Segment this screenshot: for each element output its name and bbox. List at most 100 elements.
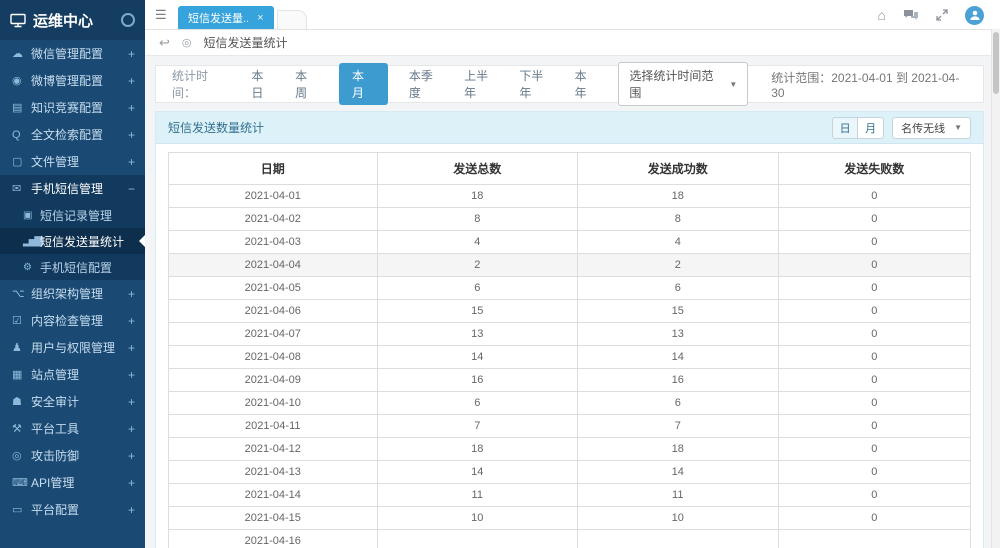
table-cell: 0 <box>778 507 970 530</box>
sidebar-item-label: API管理 <box>31 474 128 491</box>
table-cell: 14 <box>578 346 779 369</box>
table-row[interactable]: 2021-04-0615150 <box>169 300 971 323</box>
sidebar-item-wechat[interactable]: ☁微信管理配置+ <box>0 40 145 67</box>
search-icon: Q <box>12 129 31 141</box>
sidebar-item-attack-defense[interactable]: ◎攻击防御+ <box>0 442 145 469</box>
date-range-dropdown-button[interactable]: 选择统计时间范围 ▼ <box>618 62 748 106</box>
filter-option[interactable]: 本年 <box>575 67 598 101</box>
table-cell: 2021-04-13 <box>169 461 378 484</box>
comments-icon[interactable] <box>903 9 919 21</box>
sidebar-item-platform-config[interactable]: ▭平台配置+ <box>0 496 145 523</box>
filter-option[interactable]: 本月 <box>339 63 388 105</box>
sidebar-item-fulltext-search[interactable]: Q全文检索配置+ <box>0 121 145 148</box>
sidebar-item-label: 手机短信管理 <box>31 180 128 197</box>
sidebar-item-users-permissions[interactable]: ♟用户与权限管理+ <box>0 334 145 361</box>
expand-plus-icon: + <box>128 368 135 382</box>
panel-body: 日期发送总数发送成功数发送失败数 2021-04-01181802021-04-… <box>156 144 983 548</box>
table-cell: 2021-04-06 <box>169 300 378 323</box>
table-cell: 18 <box>578 438 779 461</box>
target-icon: ◎ <box>12 449 31 462</box>
table-cell: 0 <box>778 392 970 415</box>
gear-icon: ⚙ <box>23 262 40 273</box>
table-cell <box>377 530 578 548</box>
table-row[interactable]: 2021-04-0118180 <box>169 185 971 208</box>
table-cell: 0 <box>778 254 970 277</box>
table-row[interactable]: 2021-04-1411110 <box>169 484 971 507</box>
sidebar-item-quiz[interactable]: ▤知识竞赛配置+ <box>0 94 145 121</box>
table-cell: 10 <box>377 507 578 530</box>
topbar-icons: ⌂ <box>878 0 984 30</box>
sidebar-collapse-toggle-icon[interactable] <box>121 13 135 27</box>
filter-option[interactable]: 下半年 <box>519 67 553 101</box>
table-cell: 18 <box>377 185 578 208</box>
bar-chart-icon: ▂▅▇ <box>23 236 40 247</box>
home-icon[interactable]: ⌂ <box>878 8 886 22</box>
table-cell: 2021-04-10 <box>169 392 378 415</box>
filter-option[interactable]: 本日 <box>251 67 274 101</box>
sidebar-subitem-sms-stats[interactable]: ▂▅▇短信发送量统计 <box>0 228 145 254</box>
table-body: 2021-04-01181802021-04-028802021-04-0344… <box>169 185 971 548</box>
page-scrollbar[interactable] <box>991 29 1000 548</box>
sidebar-item-files[interactable]: ▢文件管理+ <box>0 148 145 175</box>
shield-icon: ☗ <box>12 395 31 408</box>
sidebar-item-api[interactable]: ⌨API管理+ <box>0 469 145 496</box>
monitor-logo-icon <box>10 13 26 28</box>
tab-sms-volume[interactable]: 短信发送量.. × <box>178 6 274 29</box>
checkbox-icon: ☑ <box>12 314 31 327</box>
day-view-button[interactable]: 日 <box>832 117 858 139</box>
table-row[interactable]: 2021-04-1218180 <box>169 438 971 461</box>
user-avatar[interactable] <box>965 6 984 25</box>
sidebar-item-label: 站点管理 <box>31 366 128 383</box>
tools-icon: ⚒ <box>12 422 31 435</box>
sidebar-item-sites[interactable]: ▦站点管理+ <box>0 361 145 388</box>
table-cell: 16 <box>578 369 779 392</box>
table-row[interactable]: 2021-04-16 <box>169 530 971 548</box>
table-row[interactable]: 2021-04-1314140 <box>169 461 971 484</box>
sidebar-item-label: 组织架构管理 <box>31 285 128 302</box>
sidebar-item-content-check[interactable]: ☑内容检查管理+ <box>0 307 145 334</box>
page-title: 短信发送量统计 <box>204 34 288 51</box>
sidebar-item-weibo[interactable]: ◉微博管理配置+ <box>0 67 145 94</box>
scrollbar-thumb[interactable] <box>993 32 999 94</box>
table-cell <box>778 530 970 548</box>
table-row[interactable]: 2021-04-1510100 <box>169 507 971 530</box>
table-row[interactable]: 2021-04-02880 <box>169 208 971 231</box>
table-row[interactable]: 2021-04-03440 <box>169 231 971 254</box>
back-arrow-icon[interactable]: ↩ <box>159 35 170 51</box>
fullscreen-icon[interactable] <box>936 9 948 21</box>
tab-close-icon[interactable]: × <box>257 12 263 24</box>
table-cell: 8 <box>578 208 779 231</box>
sidebar-subitem-label: 短信记录管理 <box>40 207 135 224</box>
expand-plus-icon: + <box>128 341 135 355</box>
sidebar-item-platform-tools[interactable]: ⚒平台工具+ <box>0 415 145 442</box>
table-row[interactable]: 2021-04-11770 <box>169 415 971 438</box>
sidebar-toggle-icon[interactable]: ☰ <box>155 7 167 23</box>
month-view-button[interactable]: 月 <box>858 117 884 139</box>
table-cell: 4 <box>578 231 779 254</box>
table-row[interactable]: 2021-04-0814140 <box>169 346 971 369</box>
sidebar-subitem-sms-config[interactable]: ⚙手机短信配置 <box>0 254 145 280</box>
table-row[interactable]: 2021-04-10660 <box>169 392 971 415</box>
table-row[interactable]: 2021-04-05660 <box>169 277 971 300</box>
column-header: 发送失败数 <box>778 153 970 185</box>
table-cell: 2021-04-02 <box>169 208 378 231</box>
sidebar: 运维中心 ☁微信管理配置+◉微博管理配置+▤知识竞赛配置+Q全文检索配置+▢文件… <box>0 0 145 548</box>
filter-option[interactable]: 本季度 <box>409 67 443 101</box>
expand-plus-icon: + <box>128 449 135 463</box>
filter-option[interactable]: 上半年 <box>464 67 498 101</box>
filter-option[interactable]: 本周 <box>295 67 318 101</box>
sidebar-item-security-audit[interactable]: ☗安全审计+ <box>0 388 145 415</box>
sidebar-subitem-sms-records[interactable]: ▣短信记录管理 <box>0 202 145 228</box>
sidebar-item-sms[interactable]: ✉手机短信管理− <box>0 175 145 202</box>
carrier-select[interactable]: 名传无线 ▼ <box>892 117 971 139</box>
table-cell: 2 <box>578 254 779 277</box>
expand-plus-icon: + <box>128 287 135 301</box>
sidebar-item-org[interactable]: ⌥组织架构管理+ <box>0 280 145 307</box>
tab-ghost <box>277 10 307 29</box>
table-row[interactable]: 2021-04-0916160 <box>169 369 971 392</box>
table-row[interactable]: 2021-04-04220 <box>169 254 971 277</box>
table-row[interactable]: 2021-04-0713130 <box>169 323 971 346</box>
table-cell: 6 <box>578 277 779 300</box>
chevron-down-icon: ▼ <box>954 123 962 132</box>
expand-plus-icon: + <box>128 503 135 517</box>
